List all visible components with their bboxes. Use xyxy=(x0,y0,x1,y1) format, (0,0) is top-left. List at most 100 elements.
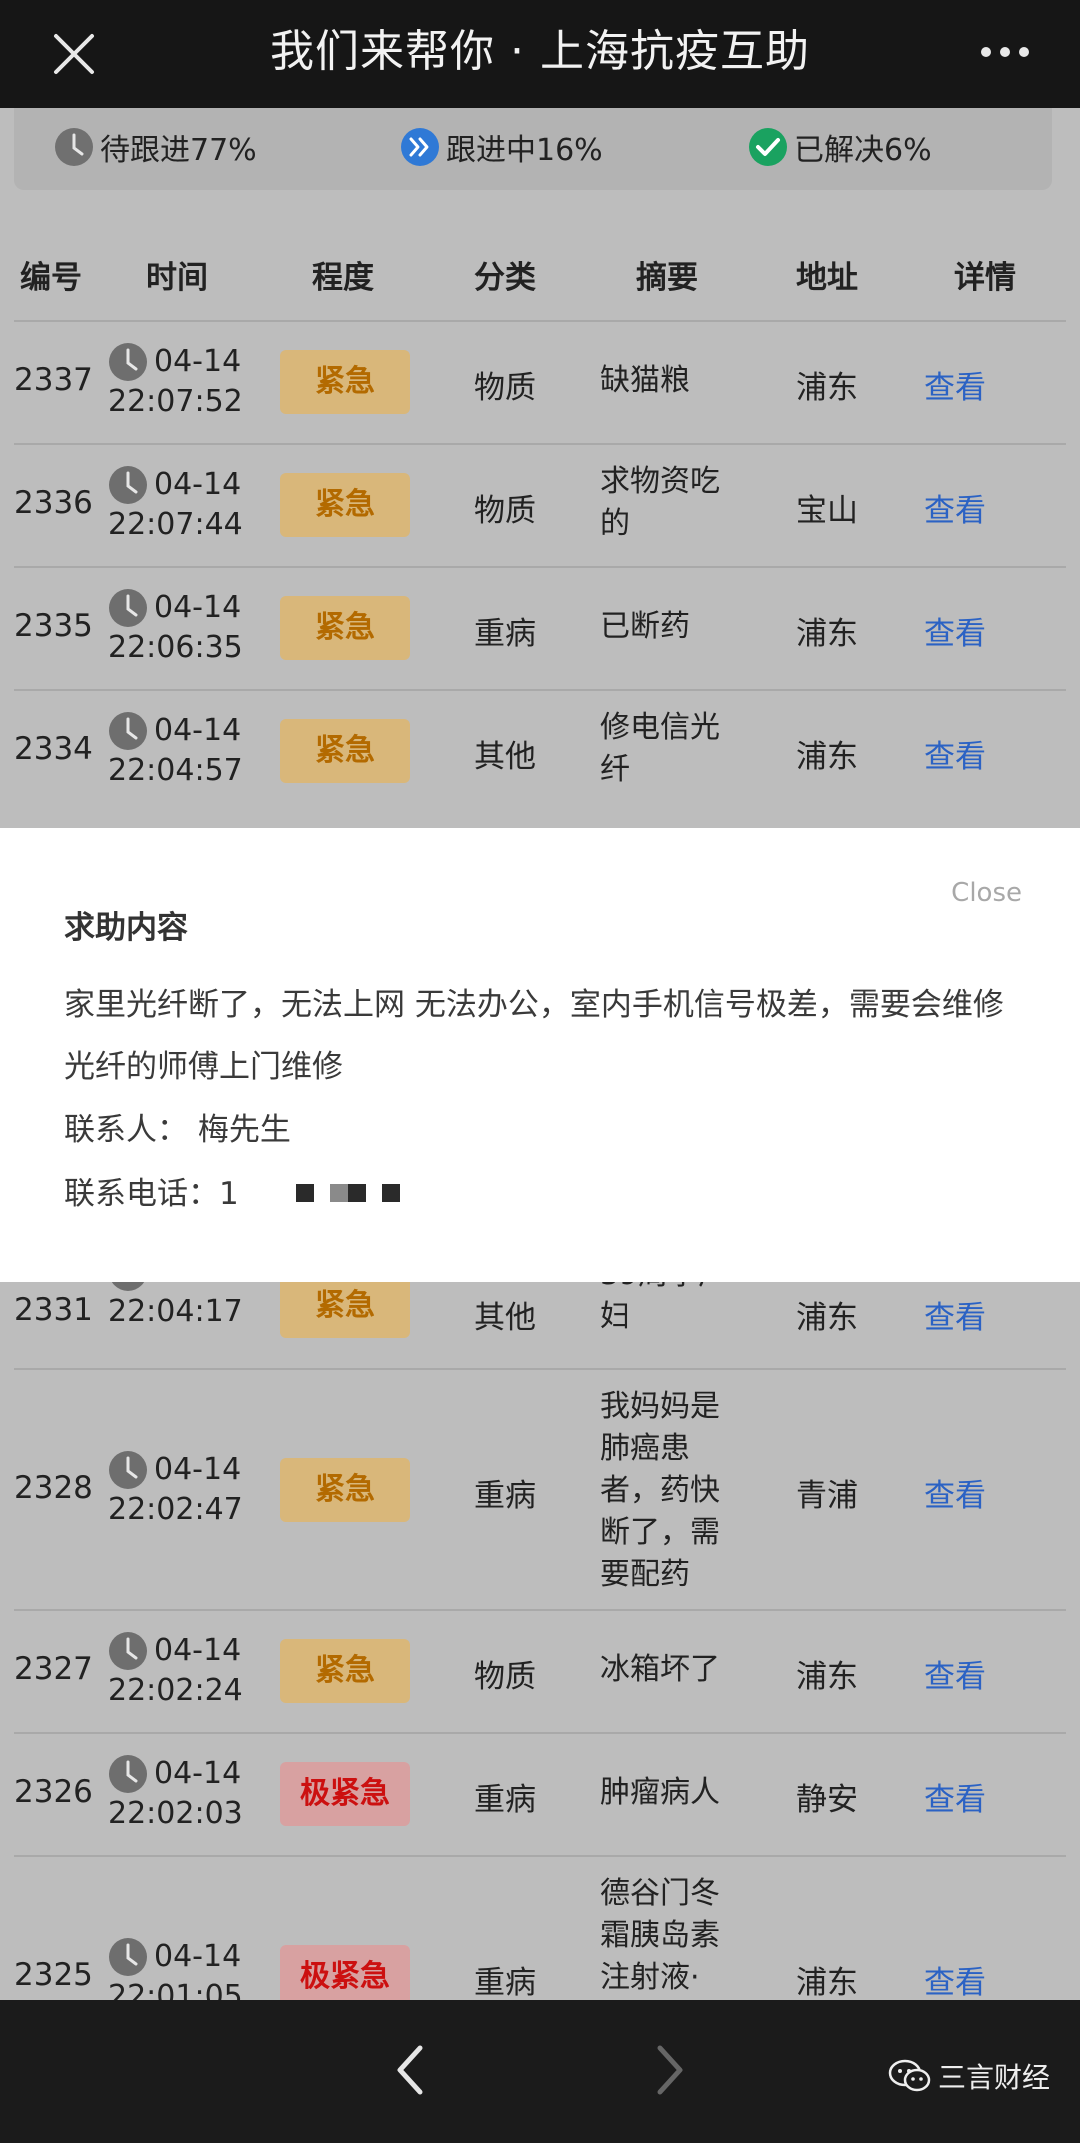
level-badge: 紧急 xyxy=(280,1639,410,1703)
table-header: 编号 时间 程度 分类 摘要 地址 详情 xyxy=(0,240,1080,310)
row-id: 2331 xyxy=(14,1292,93,1328)
row-time: 04-14 22:07:44 xyxy=(108,466,243,542)
table-row[interactable]: 2335 04-14 22:06:35 紧急 重病 已断药 浦东 查看 xyxy=(0,568,1080,688)
col-level: 程度 xyxy=(312,260,374,296)
row-address: 浦东 xyxy=(796,1300,858,1336)
row-id: 2326 xyxy=(14,1774,93,1810)
clock-icon xyxy=(55,128,93,166)
watermark-text: 三言财经 xyxy=(938,2061,1051,2094)
col-addr: 地址 xyxy=(796,260,858,296)
view-link[interactable]: 查看 xyxy=(924,485,986,530)
view-link[interactable]: 查看 xyxy=(924,608,986,653)
view-link[interactable]: 查看 xyxy=(924,362,986,407)
view-link[interactable]: 查看 xyxy=(924,1470,986,1515)
row-summary: 我妈妈是肺癌患者，药快断了，需要配药 xyxy=(600,1389,720,1592)
status-summary: 待跟进77% 跟进中16% 已解决6% xyxy=(14,108,1052,190)
row-category: 其他 xyxy=(474,1300,536,1336)
row-summary: 缺猫粮 xyxy=(600,363,690,398)
row-category: 物质 xyxy=(474,370,536,406)
table-row[interactable]: 2331 04-14 22:04:17 紧急 其他 39周孕产妇 浦东 查看 xyxy=(0,1282,1080,1368)
modal-close-button[interactable]: Close xyxy=(951,878,1022,908)
clock-icon xyxy=(109,589,147,627)
table-row[interactable]: 2334 04-14 22:04:57 紧急 其他 修电信光纤 浦东 查看 xyxy=(0,691,1080,811)
row-category: 重病 xyxy=(474,1965,536,2000)
stat-solved[interactable]: 已解决6% xyxy=(748,122,932,172)
row-address: 静安 xyxy=(796,1782,858,1818)
table-row[interactable]: 2328 04-14 22:02:47 紧急 重病 我妈妈是肺癌患者，药快断了，… xyxy=(0,1370,1080,1608)
row-address: 青浦 xyxy=(796,1478,858,1514)
row-category: 物质 xyxy=(474,1659,536,1695)
view-link[interactable]: 查看 xyxy=(924,1292,986,1337)
forward-arrow-icon[interactable] xyxy=(650,2040,690,2100)
clock-icon xyxy=(109,1755,147,1793)
row-summary: 39周孕产妇 xyxy=(600,1282,728,1334)
table-row[interactable]: 2326 04-14 22:02:03 极紧急 重病 肿瘤病人 静安 查看 xyxy=(0,1734,1080,1854)
row-address: 浦东 xyxy=(796,1659,858,1695)
clock-icon xyxy=(109,466,147,504)
clock-icon xyxy=(109,1451,147,1489)
stat-solved-label: 已解决6% xyxy=(794,133,932,168)
row-time: 04-14 22:02:47 xyxy=(108,1451,243,1527)
contact-person: 联系人： 梅先生 xyxy=(64,1112,291,1148)
level-badge: 紧急 xyxy=(280,596,410,660)
redaction-mark xyxy=(382,1184,400,1202)
row-id: 2336 xyxy=(14,485,93,521)
row-summary: 已断药 xyxy=(600,609,690,644)
stat-following-label: 跟进中16% xyxy=(446,133,603,168)
row-id: 2327 xyxy=(14,1651,93,1687)
col-summary: 摘要 xyxy=(636,260,698,296)
table-row[interactable]: 2325 04-14 22:01:05 极紧急 重病 德谷门冬霜胰岛素注射液· … xyxy=(0,1857,1080,2000)
row-category: 物质 xyxy=(474,493,536,529)
level-badge: 紧急 xyxy=(280,719,410,783)
redaction-mark xyxy=(348,1184,366,1202)
browser-nav-bar: 三言财经 xyxy=(0,2000,1080,2143)
table-row[interactable]: 2327 04-14 22:02:24 紧急 物质 冰箱坏了 浦东 查看 xyxy=(0,1611,1080,1731)
watermark: 三言财经 xyxy=(888,2056,1050,2096)
back-arrow-icon[interactable] xyxy=(390,2040,430,2100)
col-id: 编号 xyxy=(20,260,82,296)
level-badge: 极紧急 xyxy=(280,1945,410,2000)
title-bar: 我们来帮你 · 上海抗疫互助 xyxy=(0,0,1080,108)
check-circle-icon xyxy=(749,128,787,166)
row-id: 2334 xyxy=(14,731,93,767)
clock-icon xyxy=(109,1938,147,1976)
row-address: 宝山 xyxy=(796,493,858,529)
row-time: 04-14 22:06:35 xyxy=(108,589,243,665)
view-link[interactable]: 查看 xyxy=(924,731,986,776)
row-time: 04-14 22:02:03 xyxy=(108,1755,243,1831)
row-id: 2325 xyxy=(14,1957,93,1993)
row-category: 重病 xyxy=(474,1478,536,1514)
stat-pending[interactable]: 待跟进77% xyxy=(54,122,257,172)
row-summary: 求物资吃的 xyxy=(600,464,720,541)
row-category: 重病 xyxy=(474,1782,536,1818)
col-detail: 详情 xyxy=(954,260,1016,296)
row-address: 浦东 xyxy=(796,1965,858,2000)
redaction-mark xyxy=(296,1184,314,1202)
level-badge: 紧急 xyxy=(280,350,410,414)
row-id: 2335 xyxy=(14,608,93,644)
help-detail-modal: Close 求助内容 家里光纤断了，无法上网 无法办公，室内手机信号极差，需要会… xyxy=(0,828,1080,1282)
view-link[interactable]: 查看 xyxy=(924,1774,986,1819)
table-row[interactable]: 2336 04-14 22:07:44 紧急 物质 求物资吃的 宝山 查看 xyxy=(0,445,1080,565)
row-time: 04-14 22:01:05 xyxy=(108,1938,243,2000)
row-time: 04-14 22:04:57 xyxy=(108,712,243,788)
row-address: 浦东 xyxy=(796,370,858,406)
row-summary: 修电信光纤 xyxy=(600,710,720,787)
clock-icon xyxy=(111,1282,145,1291)
redaction-mark xyxy=(330,1184,348,1202)
view-link[interactable]: 查看 xyxy=(924,1957,986,2000)
stat-pending-label: 待跟进77% xyxy=(100,133,257,168)
row-category: 其他 xyxy=(474,739,536,775)
row-summary: 肿瘤病人 xyxy=(600,1775,720,1810)
view-link[interactable]: 查看 xyxy=(924,1651,986,1696)
row-address: 浦东 xyxy=(796,616,858,652)
page-title: 我们来帮你 · 上海抗疫互助 xyxy=(270,26,810,77)
help-content: 家里光纤断了，无法上网 无法办公，室内手机信号极差，需要会维修光纤的师傅上门维修 xyxy=(64,987,1004,1085)
row-summary: 冰箱坏了 xyxy=(600,1652,720,1687)
table-row[interactable]: 2337 04-14 22:07:52 紧急 物质 缺猫粮 浦东 查看 xyxy=(0,322,1080,442)
col-time: 时间 xyxy=(146,260,208,296)
clock-icon xyxy=(109,1632,147,1670)
more-icon[interactable] xyxy=(980,40,1030,64)
contact-phone: 联系电话：1 xyxy=(64,1176,239,1212)
stat-following[interactable]: 跟进中16% xyxy=(400,122,603,172)
